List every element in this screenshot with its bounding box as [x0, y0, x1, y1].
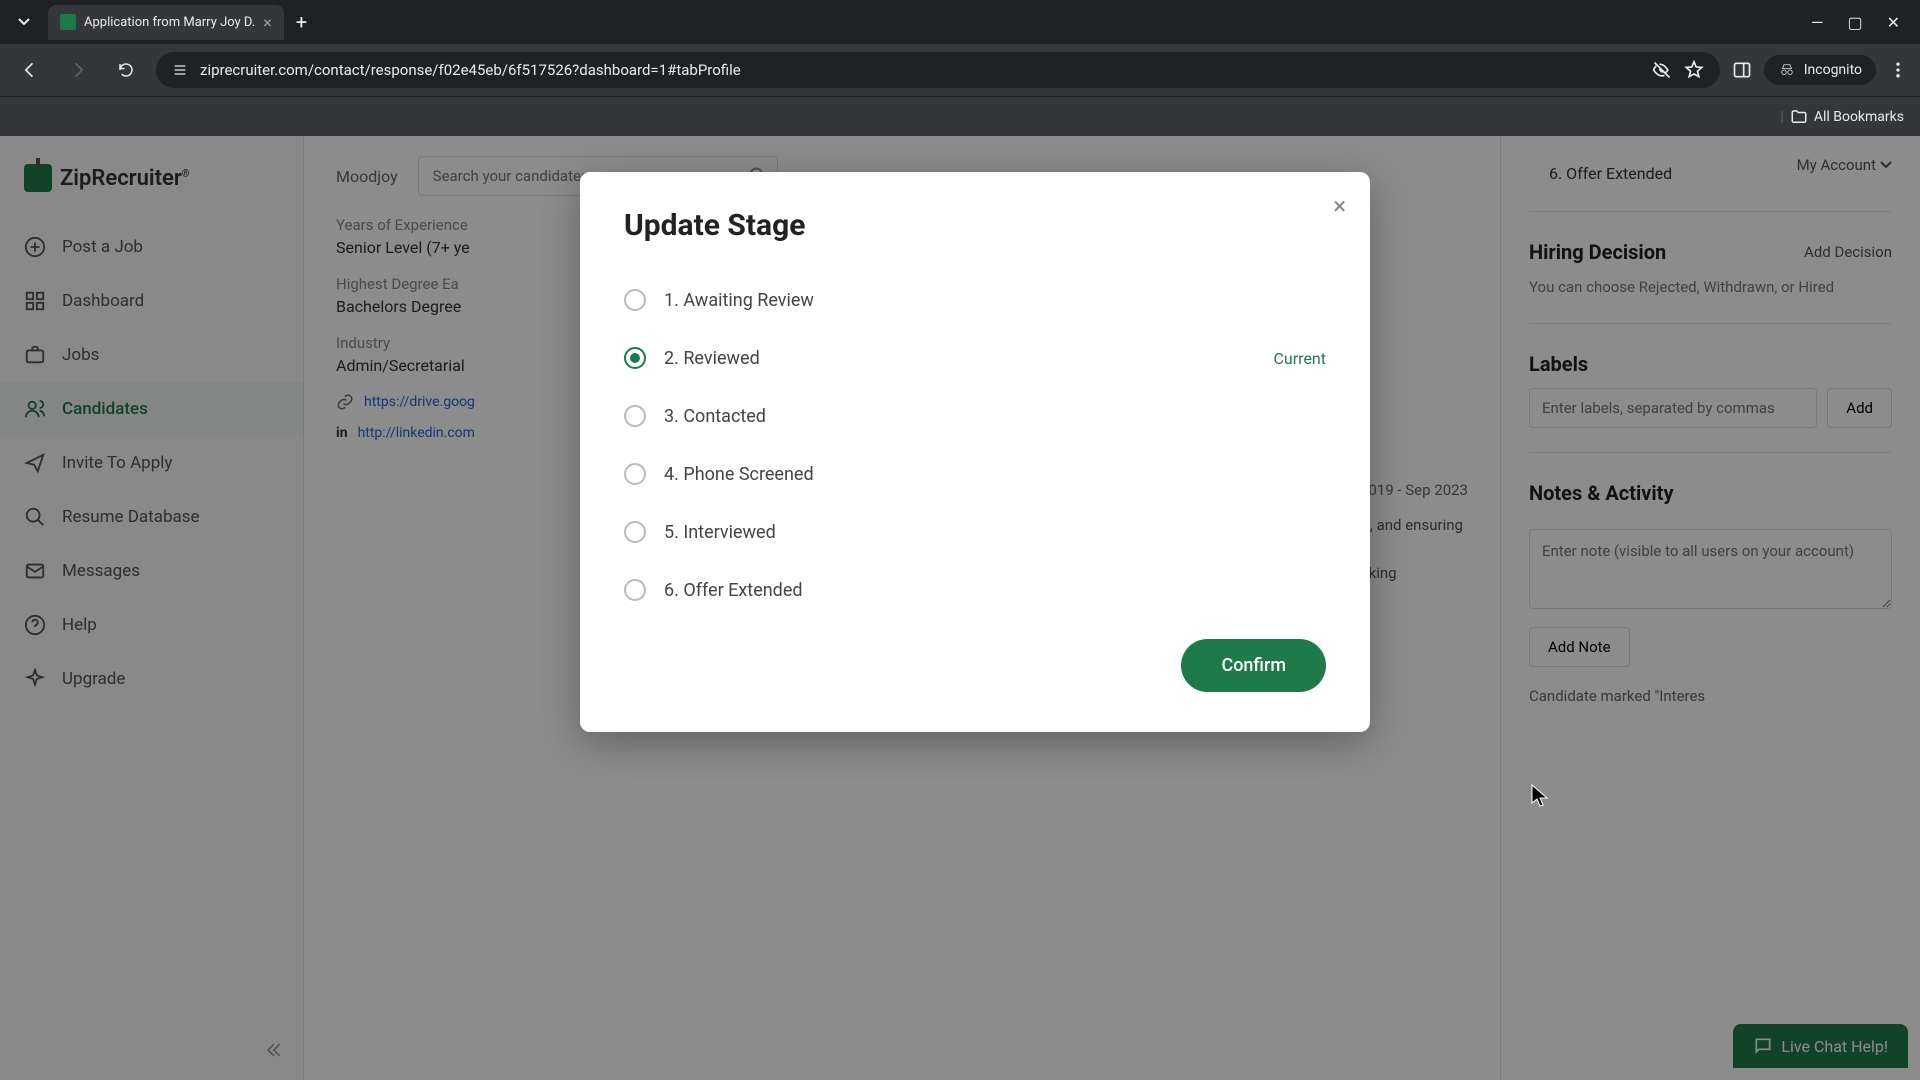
bookmarks-bar: | All Bookmarks — [0, 96, 1920, 136]
radio-icon — [624, 289, 646, 311]
stage-label: 6. Offer Extended — [664, 580, 1326, 601]
folder-icon — [1790, 108, 1808, 126]
tab-title: Application from Marry Joy D. — [84, 15, 255, 30]
radio-icon — [624, 347, 646, 369]
url-text: ziprecruiter.com/contact/response/f02e45… — [200, 61, 1640, 79]
stage-option-2[interactable]: 2. Reviewed Current — [624, 329, 1326, 387]
maximize-button[interactable]: ▢ — [1847, 13, 1862, 32]
stage-label: 5. Interviewed — [664, 522, 1326, 543]
radio-icon — [624, 521, 646, 543]
page-viewport: ZipRecruiter® Post a Job Dashboard Jobs … — [0, 136, 1920, 1080]
incognito-label: Incognito — [1804, 62, 1862, 78]
stage-label: 4. Phone Screened — [664, 464, 1326, 485]
browser-tab-strip: Application from Marry Joy D. × + ― ▢ ✕ — [0, 0, 1920, 44]
bookmark-star-icon[interactable] — [1684, 60, 1704, 80]
new-tab-button[interactable]: + — [296, 10, 307, 34]
radio-icon — [624, 463, 646, 485]
update-stage-modal: × Update Stage 1. Awaiting Review 2. Rev… — [580, 172, 1370, 732]
radio-icon — [624, 579, 646, 601]
tab-search-dropdown[interactable] — [8, 6, 40, 38]
radio-icon — [624, 405, 646, 427]
close-window-button[interactable]: ✕ — [1887, 13, 1900, 32]
stage-option-3[interactable]: 3. Contacted — [624, 387, 1326, 445]
stage-option-4[interactable]: 4. Phone Screened — [624, 445, 1326, 503]
stage-label: 2. Reviewed — [664, 348, 1274, 369]
incognito-icon — [1778, 61, 1796, 79]
current-badge: Current — [1274, 349, 1326, 368]
window-controls: ― ▢ ✕ — [1811, 13, 1912, 32]
stage-option-6[interactable]: 6. Offer Extended — [624, 561, 1326, 619]
site-info-icon[interactable] — [172, 62, 188, 78]
incognito-badge[interactable]: Incognito — [1764, 55, 1876, 85]
minimize-button[interactable]: ― — [1811, 13, 1824, 32]
divider: | — [1780, 109, 1783, 125]
eye-off-icon[interactable] — [1652, 60, 1672, 80]
back-button[interactable] — [12, 52, 48, 88]
browser-tab[interactable]: Application from Marry Joy D. × — [48, 5, 284, 40]
modal-title: Update Stage — [624, 208, 1326, 243]
stage-label: 1. Awaiting Review — [664, 290, 1326, 311]
stage-option-5[interactable]: 5. Interviewed — [624, 503, 1326, 561]
all-bookmarks-button[interactable]: All Bookmarks — [1814, 109, 1904, 125]
confirm-button[interactable]: Confirm — [1181, 639, 1326, 692]
address-bar[interactable]: ziprecruiter.com/contact/response/f02e45… — [156, 52, 1720, 88]
close-icon[interactable]: × — [263, 13, 272, 32]
stage-option-1[interactable]: 1. Awaiting Review — [624, 271, 1326, 329]
forward-button[interactable] — [60, 52, 96, 88]
reload-button[interactable] — [108, 52, 144, 88]
side-panel-icon[interactable] — [1732, 60, 1752, 80]
stage-label: 3. Contacted — [664, 406, 1326, 427]
menu-icon[interactable] — [1888, 60, 1908, 80]
browser-toolbar: ziprecruiter.com/contact/response/f02e45… — [0, 44, 1920, 96]
close-modal-button[interactable]: × — [1333, 192, 1346, 220]
tab-favicon — [60, 14, 76, 30]
